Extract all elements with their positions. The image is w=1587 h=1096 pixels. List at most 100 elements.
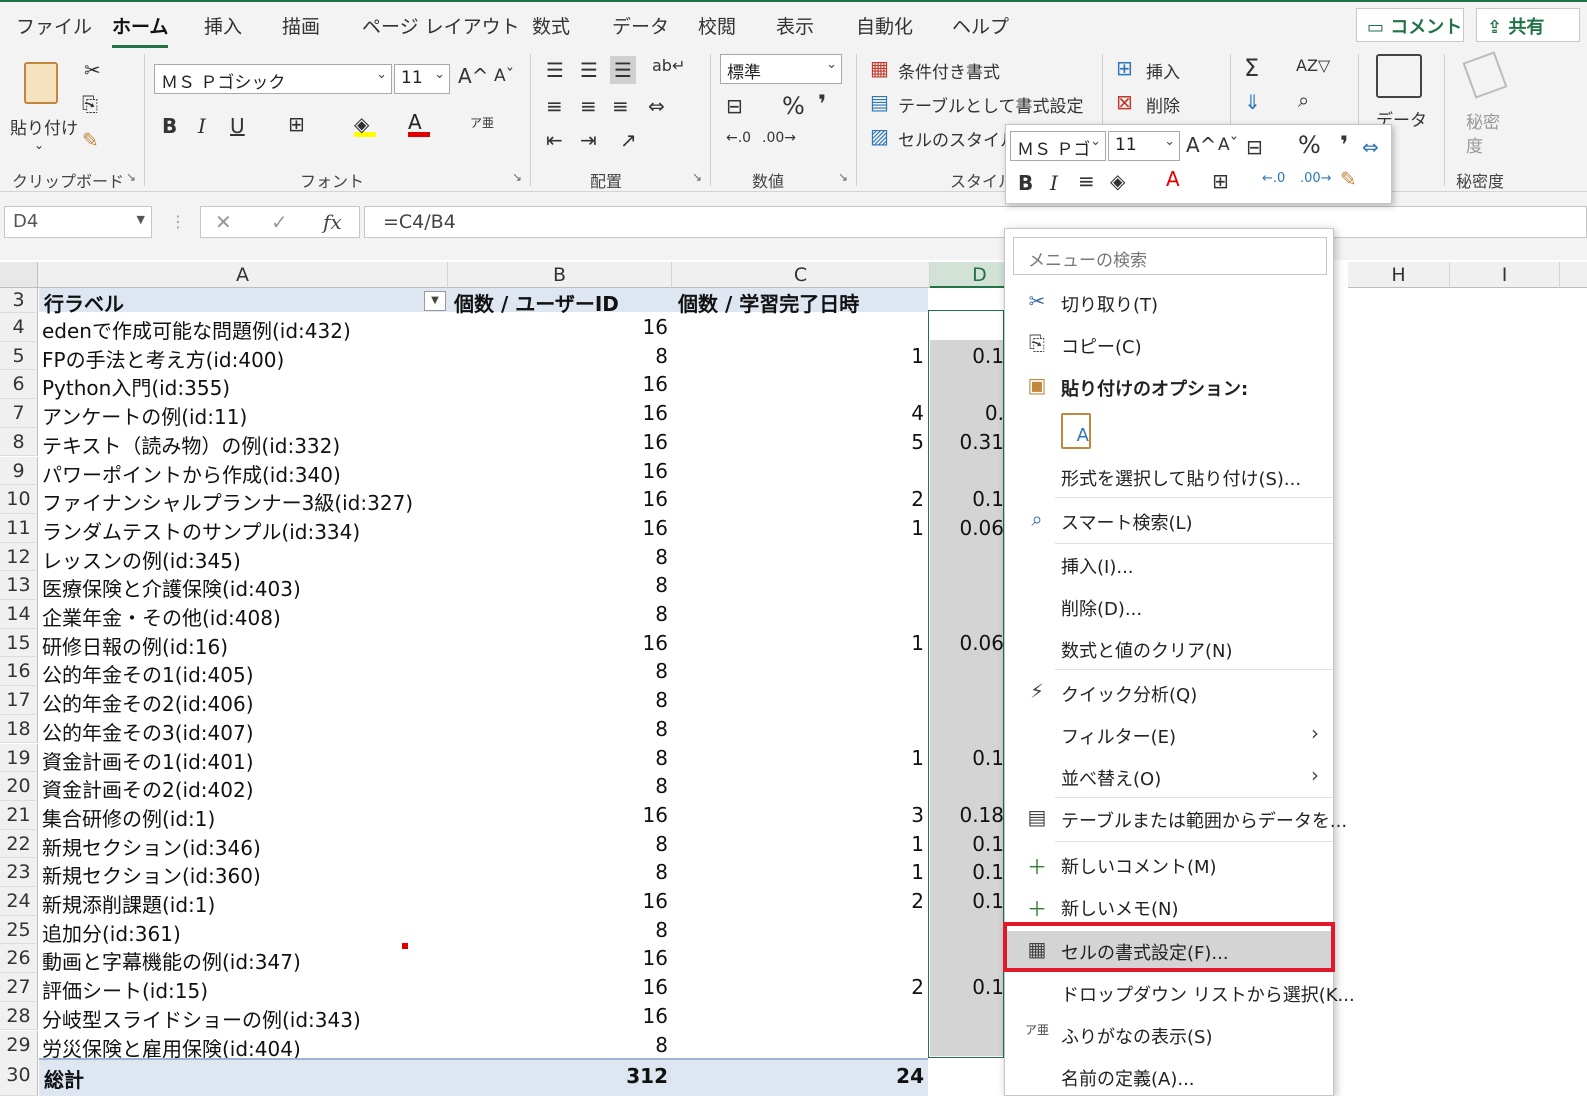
decrease-decimal-icon[interactable]: .00→	[1300, 171, 1332, 186]
row-header[interactable]: 26	[0, 944, 38, 974]
paste-formatting-icon[interactable]: A	[1061, 413, 1091, 449]
phonetic-guide-icon[interactable]: ア亜	[470, 114, 494, 131]
user-count-cell[interactable]: 8	[448, 688, 668, 712]
completion-count-cell[interactable]: 1	[672, 860, 924, 884]
column-header-b[interactable]: B	[448, 262, 672, 288]
row-label-cell[interactable]: Python入門(id:355)	[42, 372, 446, 401]
autosum-icon[interactable]: Σ	[1244, 54, 1259, 82]
align-middle-icon[interactable]: ☰	[580, 58, 598, 82]
row-header[interactable]: 19	[0, 743, 38, 773]
completion-count-cell[interactable]: 1	[672, 516, 924, 540]
user-count-cell[interactable]: 8	[448, 1033, 668, 1057]
user-count-cell[interactable]: 16	[448, 372, 668, 396]
ratio-cell[interactable]: 0.	[930, 401, 1004, 425]
menu-item-from-table[interactable]: ▤ テーブルまたは範囲からデータを...	[1005, 799, 1348, 837]
row-label-cell[interactable]: 評価シート(id:15)	[42, 975, 446, 1004]
column-header-c[interactable]: C	[672, 262, 930, 288]
completion-count-cell[interactable]: 1	[672, 631, 924, 655]
row-label-cell[interactable]: 公的年金その1(id:405)	[42, 659, 446, 688]
completion-count-cell[interactable]: 1	[672, 746, 924, 770]
row-header[interactable]: 3	[0, 288, 38, 313]
row-header[interactable]: 27	[0, 973, 38, 1002]
ratio-cell[interactable]: 0.1	[930, 344, 1004, 368]
center-align-icon[interactable]: ≡	[1078, 169, 1095, 193]
ratio-cell[interactable]: 0.1	[930, 860, 1004, 884]
row-label-cell[interactable]: 資金計画その2(id:402)	[42, 774, 446, 803]
borders-icon[interactable]: ⊞	[1212, 169, 1229, 193]
row-label-cell[interactable]: 新規セクション(id:346)	[42, 832, 446, 861]
row-header[interactable]: 25	[0, 915, 38, 945]
menu-item-smart-lookup[interactable]: ⌕ スマート検索(L)	[1005, 501, 1333, 539]
percent-button[interactable]: %	[782, 92, 805, 120]
merge-center-icon[interactable]: ⇔	[648, 94, 665, 118]
comma-style-button[interactable]: ❜	[1340, 131, 1348, 159]
user-count-cell[interactable]: 8	[448, 860, 668, 884]
share-button[interactable]: ⇪ 共有	[1476, 8, 1580, 42]
user-count-cell[interactable]: 8	[448, 918, 668, 942]
insert-cells-button[interactable]: ⊞ 挿入	[1116, 56, 1226, 84]
row-label-cell[interactable]: レッスンの例(id:345)	[42, 545, 446, 574]
row-header[interactable]: 16	[0, 657, 38, 687]
row-header[interactable]: 20	[0, 772, 38, 801]
menu-search-input[interactable]: メニューの検索	[1013, 237, 1327, 275]
tab-review[interactable]: 校閲	[698, 12, 736, 39]
row-header[interactable]: 13	[0, 571, 38, 600]
user-count-cell[interactable]: 8	[448, 832, 668, 856]
row-header[interactable]: 29	[0, 1030, 38, 1060]
user-count-cell[interactable]: 8	[448, 717, 668, 741]
row-label-cell[interactable]: 新規添削課題(id:1)	[42, 889, 446, 918]
row-header[interactable]: 22	[0, 829, 38, 859]
paste-button[interactable]: 貼り付け ⌄	[10, 58, 78, 154]
user-count-cell[interactable]: 8	[448, 659, 668, 683]
row-header[interactable]: 4	[0, 313, 38, 342]
menu-item-paste-special[interactable]: 形式を選択して貼り付け(S)...	[1005, 457, 1333, 495]
row-header[interactable]: 23	[0, 858, 38, 887]
menu-item-filter[interactable]: フィルター(E) ›	[1005, 715, 1333, 753]
comma-style-button[interactable]: ❜	[818, 90, 826, 118]
menu-item-phonetic[interactable]: ア亜 ふりがなの表示(S)	[1005, 1015, 1333, 1053]
italic-button[interactable]: I	[1050, 171, 1058, 195]
cut-icon[interactable]: ✂	[84, 58, 101, 82]
row-label-cell[interactable]: 集合研修の例(id:1)	[42, 803, 446, 832]
increase-indent-icon[interactable]: ⇥	[580, 128, 597, 152]
row-header[interactable]: 21	[0, 800, 38, 830]
user-count-cell[interactable]: 8	[448, 774, 668, 798]
completion-count-cell[interactable]: 2	[672, 975, 924, 999]
completion-count-cell[interactable]: 1	[672, 832, 924, 856]
ratio-cell[interactable]: 0.06	[930, 631, 1004, 655]
tab-file[interactable]: ファイル	[16, 12, 92, 39]
format-as-table-button[interactable]: ▤ テーブルとして書式設定	[870, 90, 1090, 118]
user-count-cell[interactable]: 8	[448, 746, 668, 770]
row-label-cell[interactable]: 企業年金・その他(id:408)	[42, 602, 446, 631]
format-painter-icon[interactable]: ✎	[82, 128, 99, 152]
fill-color-icon[interactable]: ◈	[1110, 169, 1125, 193]
grow-font-icon[interactable]: A^	[458, 64, 488, 88]
menu-item-clear[interactable]: 数式と値のクリア(N)	[1005, 629, 1333, 667]
ratio-cell[interactable]: 0.1	[930, 832, 1004, 856]
cell-styles-button[interactable]: ▨ セルのスタイル	[870, 124, 1017, 152]
menu-item-cut[interactable]: ✂ 切り取り(T)	[1005, 283, 1333, 321]
completion-count-cell[interactable]: 5	[672, 430, 924, 454]
row-label-cell[interactable]: 分岐型スライドショーの例(id:343)	[42, 1004, 446, 1033]
user-count-cell[interactable]: 16	[448, 516, 668, 540]
column-header-i[interactable]: I	[1450, 262, 1560, 288]
font-name-combo[interactable]: ＭＳ Ｐゴシック ⌄	[154, 64, 392, 94]
delete-cells-button[interactable]: ⊠ 削除	[1116, 90, 1226, 118]
dialog-launcher-icon[interactable]: ↘	[692, 170, 702, 184]
copy-icon[interactable]: ⎘	[82, 92, 98, 116]
row-label-cell[interactable]: 新規セクション(id:360)	[42, 860, 446, 889]
align-bottom-icon[interactable]: ☰	[610, 56, 636, 84]
user-count-cell[interactable]: 16	[448, 430, 668, 454]
align-center-icon[interactable]: ≡	[580, 94, 597, 118]
row-label-cell[interactable]: 動画と字幕機能の例(id:347)	[42, 946, 446, 975]
dialog-launcher-icon[interactable]: ↘	[126, 170, 136, 184]
row-header[interactable]: 17	[0, 686, 38, 715]
row-label-cell[interactable]: FPの手法と考え方(id:400)	[42, 344, 446, 373]
row-label-cell[interactable]: 資金計画その1(id:401)	[42, 746, 446, 775]
name-box[interactable]: D4 ▼	[4, 206, 152, 238]
user-count-cell[interactable]: 16	[448, 459, 668, 483]
row-header[interactable]: 8	[0, 427, 38, 457]
column-header-h[interactable]: H	[1348, 262, 1450, 288]
menu-item-pick-from-list[interactable]: ドロップダウン リストから選択(K...	[1005, 973, 1355, 1011]
menu-item-copy[interactable]: ⎘ コピー(C)	[1005, 325, 1333, 363]
